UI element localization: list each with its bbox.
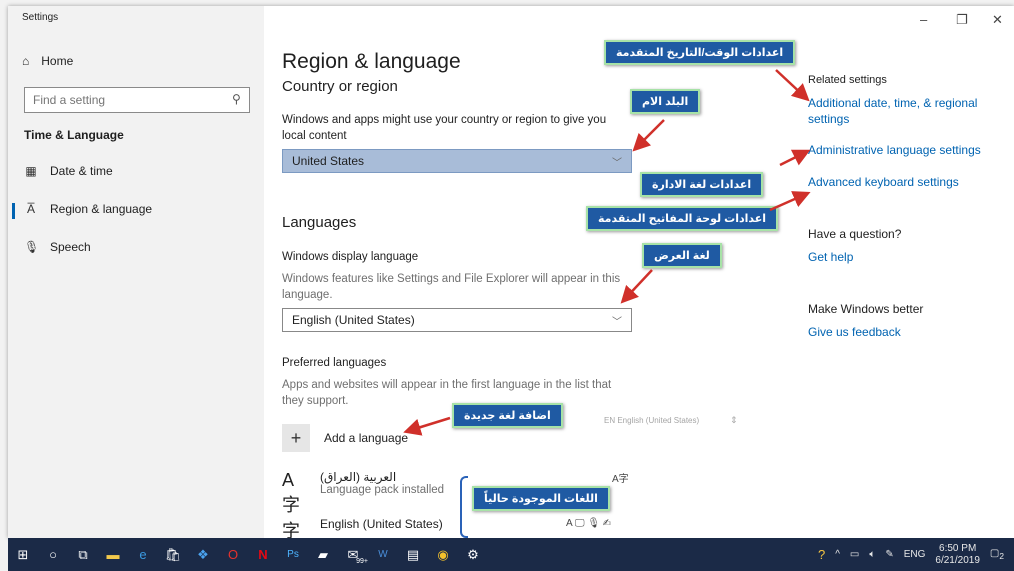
add-language-label: Add a language <box>324 431 409 445</box>
display-language-value: English (United States) <box>292 313 415 327</box>
settings-gear-icon[interactable]: ⚙ <box>458 538 488 571</box>
language-name: English (United States) <box>320 517 443 531</box>
language-glyph-icon: 字 <box>282 521 300 538</box>
related-settings: Related settings Additional date, time, … <box>808 6 1008 538</box>
page-title: Region & language <box>282 50 461 73</box>
display-language-dropdown[interactable]: English (United States) ﹀ <box>282 308 632 332</box>
sidebar-item-region-language[interactable]: A̅ Region & language <box>24 202 152 216</box>
link-get-help[interactable]: Get help <box>808 249 998 265</box>
display-language-feature-icon: A字 <box>612 474 629 485</box>
annotation-home-country: البلد الام <box>630 89 701 114</box>
nav-home[interactable]: ⌂ Home <box>22 54 73 68</box>
annotation-display-language: لغة العرض <box>642 243 722 268</box>
file-explorer-icon[interactable]: ▬ <box>98 538 128 571</box>
app-title: Settings <box>22 12 59 23</box>
preferred-languages-label: Preferred languages <box>282 357 387 369</box>
nav-home-label: Home <box>41 54 74 68</box>
language-status: Language pack installed <box>320 484 445 496</box>
add-language-button[interactable]: + Add a language <box>282 424 408 452</box>
battery-icon[interactable]: ▭ <box>850 549 859 560</box>
main-content: Region & language Country or region Wind… <box>282 6 782 538</box>
clock[interactable]: 6:50 PM 6/21/2019 <box>935 543 980 567</box>
section-heading: Time & Language <box>24 128 124 142</box>
language-glyph-icon: A字 <box>282 470 300 515</box>
calendar-clock-icon: ▦ <box>25 164 37 178</box>
cortana-icon[interactable]: ○ <box>38 538 68 571</box>
country-dropdown[interactable]: United States ﹀ <box>282 149 632 173</box>
annotation-advanced-keyboard: اعدادات لوحة المفاتيح المتقدمة <box>586 206 779 231</box>
task-view-icon[interactable]: ⧉ <box>68 538 98 571</box>
netflix-icon[interactable]: N <box>248 538 278 571</box>
country-heading: Country or region <box>282 78 398 95</box>
clock-time: 6:50 PM <box>939 542 977 554</box>
related-settings-heading: Related settings <box>808 74 887 86</box>
display-language-label: Windows display language <box>282 251 419 263</box>
link-feedback[interactable]: Give us feedback <box>808 324 998 340</box>
bracket-decoration <box>460 476 468 538</box>
language-name: العربية (العراق) <box>320 470 397 484</box>
pen-icon[interactable]: ✎ <box>885 549 893 560</box>
language-icon: A̅ <box>26 202 35 216</box>
store-icon[interactable]: 🛍︎ <box>158 538 188 571</box>
settings-window: Settings ⌂ Home ⚲ Time & Language ▦ Date… <box>8 6 1014 538</box>
drag-handle-icon: ⇕ <box>730 415 738 425</box>
language-features-icons: A 🖵 🎙 ✍ <box>566 518 612 529</box>
system-tray: ? ^ ▭ 🔈︎ ✎ ENG 6:50 PM 6/21/2019 ▢2 <box>818 538 1004 571</box>
annotation-admin-language: اعدادات لغة الادارة <box>640 172 764 197</box>
link-additional-date-time[interactable]: Additional date, time, & regional settin… <box>808 95 998 127</box>
country-description: Windows and apps might use your country … <box>282 114 607 142</box>
mail-badge: 99+ <box>356 558 368 565</box>
screen: Settings ⌂ Home ⚲ Time & Language ▦ Date… <box>0 0 1014 571</box>
link-admin-language[interactable]: Administrative language settings <box>808 142 998 158</box>
drag-preview-language: EN English (United States) <box>604 416 700 425</box>
languages-heading: Languages <box>282 214 357 231</box>
help-icon[interactable]: ? <box>818 547 825 562</box>
sidebar-item-label: Date & time <box>50 164 113 178</box>
display-language-description: Windows features like Settings and File … <box>282 273 621 301</box>
photoshop-icon[interactable]: Ps <box>278 538 308 571</box>
question-heading: Have a question? <box>808 227 902 241</box>
volume-icon[interactable]: 🔈︎ <box>869 549 875 560</box>
opera-icon[interactable]: O <box>218 538 248 571</box>
dropbox-icon[interactable]: ❖ <box>188 538 218 571</box>
language-item-arabic[interactable]: A字 العربية (العراق) Language pack instal… <box>282 470 444 517</box>
sidebar-item-label: Speech <box>50 240 91 254</box>
chevron-up-icon[interactable]: ^ <box>835 549 840 560</box>
microphone-icon: 🎙︎ <box>24 240 40 254</box>
notification-count: 2 <box>999 551 1004 561</box>
annotation-add-language: اضافة لغة جديدة <box>452 403 563 428</box>
home-icon: ⌂ <box>22 54 30 68</box>
country-value: United States <box>292 154 365 168</box>
chrome-icon[interactable]: ◉ <box>428 538 458 571</box>
chevron-down-icon: ﹀ <box>612 316 622 328</box>
annotation-date-time: اعدادات الوقت/التاريخ المتقدمة <box>604 40 796 65</box>
annotation-current-languages: اللغات الموجودة حالياً <box>472 486 610 511</box>
sidebar: Settings ⌂ Home ⚲ Time & Language ▦ Date… <box>8 6 264 538</box>
mail-icon[interactable]: ✉ 99+ <box>338 538 368 571</box>
word-icon[interactable]: W <box>368 538 398 571</box>
link-advanced-keyboard[interactable]: Advanced keyboard settings <box>808 174 998 190</box>
taskbar: ⊞ ○ ⧉ ▬ e 🛍︎ ❖ O N Ps ▰ ✉ 99+ W ▤ ◉ ⚙ ? ^… <box>8 538 1014 571</box>
app-icon[interactable]: ▤ <box>398 538 428 571</box>
input-language[interactable]: ENG <box>904 549 926 560</box>
sidebar-item-label: Region & language <box>50 202 153 216</box>
plus-icon: + <box>282 424 310 452</box>
edge-icon[interactable]: e <box>128 538 158 571</box>
search-icon[interactable]: ⚲ <box>232 92 241 106</box>
clock-date: 6/21/2019 <box>935 554 980 566</box>
search-input[interactable] <box>24 87 250 113</box>
language-item-english[interactable]: 字 English (United States) <box>282 517 443 538</box>
better-heading: Make Windows better <box>808 302 924 316</box>
start-icon[interactable]: ⊞ <box>8 538 38 571</box>
sidebar-item-speech[interactable]: 🎙︎ Speech <box>24 240 91 254</box>
sidebar-item-date-time[interactable]: ▦ Date & time <box>24 164 113 178</box>
app-icon[interactable]: ▰ <box>308 538 338 571</box>
selected-indicator <box>12 203 15 219</box>
notification-icon[interactable]: ▢2 <box>990 548 1004 561</box>
chevron-down-icon: ﹀ <box>612 157 622 169</box>
